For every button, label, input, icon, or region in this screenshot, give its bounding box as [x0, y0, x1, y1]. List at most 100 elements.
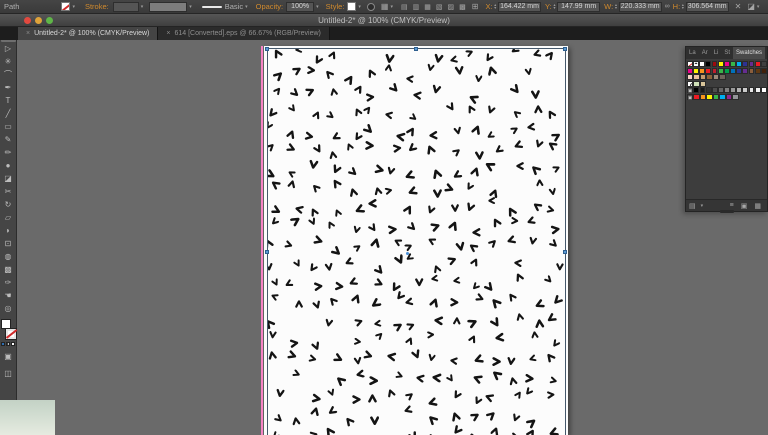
swatch-color[interactable]	[732, 93, 739, 100]
panel-resize-handle[interactable]	[719, 210, 734, 213]
zoom-tool[interactable]: ◎	[1, 302, 16, 315]
swatch-color[interactable]	[706, 93, 713, 100]
swatch-color[interactable]	[699, 87, 706, 94]
rotate-tool[interactable]: ↻	[1, 198, 16, 211]
width-profile-caret-icon[interactable]: ▾	[189, 4, 192, 10]
eraser-tool[interactable]: ◪	[1, 172, 16, 185]
selection-handle-mid-left[interactable]	[265, 250, 269, 254]
tab-untitled-2[interactable]: × Untitled-2* @ 100% (CMYK/Preview)	[18, 27, 159, 40]
swatch-color[interactable]	[699, 67, 706, 74]
x-field[interactable]: 164.422 mm	[498, 1, 542, 12]
brush-caret-icon[interactable]: ▾	[245, 4, 248, 10]
reference-point-icon[interactable]: ⊞	[472, 2, 479, 11]
swatch-color[interactable]	[742, 67, 749, 74]
swatch-color[interactable]	[705, 67, 712, 74]
screen-mode-button[interactable]: ◫	[1, 367, 16, 380]
y-stepper[interactable]: ▲ ▼	[553, 3, 556, 10]
swatch-libraries-icon[interactable]: ▤	[689, 202, 696, 210]
h-field[interactable]: 306.564 mm	[685, 1, 729, 12]
swatch-color[interactable]	[730, 67, 736, 74]
drawing-mode-button[interactable]: ▣	[1, 350, 16, 363]
eyedropper-tool[interactable]: ✑	[1, 276, 16, 289]
width-profile-field[interactable]	[149, 1, 188, 12]
pen-tool[interactable]: ✒	[1, 81, 16, 94]
swatch-color[interactable]	[687, 74, 694, 81]
swatch-pattern-green[interactable]	[693, 80, 700, 87]
opacity-caret-icon[interactable]: ▾	[316, 4, 319, 10]
magic-wand-tool[interactable]: ✳	[1, 55, 16, 68]
pencil-tool[interactable]: ✏	[1, 146, 16, 159]
selected-pattern-object[interactable]	[267, 48, 566, 435]
swatch-color[interactable]	[712, 93, 720, 100]
w-stepper[interactable]: ▲ ▼	[614, 3, 617, 10]
blob-brush-tool[interactable]: ●	[1, 159, 16, 172]
swatch-registration[interactable]: ⌖	[693, 61, 700, 67]
hand-tool[interactable]: ☚	[1, 289, 16, 302]
swatch-color[interactable]	[693, 67, 700, 74]
zoom-window-icon[interactable]	[46, 17, 53, 24]
swatch-color[interactable]	[706, 74, 713, 81]
swatch-color[interactable]	[736, 61, 743, 67]
swatch-color[interactable]	[736, 67, 743, 74]
tab-close-icon[interactable]: ×	[166, 30, 170, 37]
swatch-color[interactable]	[693, 87, 700, 94]
swatch-color[interactable]	[719, 74, 726, 81]
brush-label[interactable]: Basic	[225, 2, 243, 11]
panel-tab-swatches[interactable]: Swatches	[733, 47, 766, 59]
swatch-color[interactable]	[742, 87, 749, 94]
constrain-proportions-icon[interactable]: ∞	[665, 3, 670, 10]
y-field[interactable]: 147.99 mm	[557, 1, 601, 12]
swatch-color[interactable]	[725, 93, 733, 100]
swatch-color[interactable]	[724, 87, 730, 94]
align-horizontal-center-icon[interactable]: ▥	[413, 3, 420, 11]
swatch-color[interactable]	[748, 87, 755, 94]
stroke-proxy[interactable]	[4, 328, 17, 340]
color-button[interactable]	[1, 342, 5, 346]
rectangle-tool[interactable]: ▭	[1, 120, 16, 133]
new-swatch-icon[interactable]: ▦	[754, 202, 761, 210]
tab-614-converted[interactable]: × 614 [Converted].eps @ 66.67% (RGB/Prev…	[158, 27, 330, 40]
width-tool[interactable]: ◗	[1, 224, 16, 237]
swatch-color[interactable]	[719, 93, 726, 100]
swatch-color[interactable]	[748, 67, 755, 74]
swatch-color[interactable]	[711, 87, 718, 94]
stroke-weight-field[interactable]	[112, 1, 139, 12]
swatch-color[interactable]	[754, 87, 761, 94]
transform-icon[interactable]: ✕	[735, 2, 742, 11]
selection-handle-top-center[interactable]	[414, 47, 418, 51]
swatch-pattern-tan[interactable]	[699, 80, 707, 87]
swatch-color[interactable]	[699, 61, 706, 67]
swatch-pattern-dot[interactable]	[687, 80, 695, 88]
swatch-color[interactable]	[760, 67, 767, 74]
fill-stroke-indicator[interactable]	[0, 319, 17, 340]
swatch-color[interactable]	[699, 93, 707, 100]
swatch-color[interactable]	[717, 61, 724, 67]
style-swatch[interactable]	[347, 2, 357, 11]
scissors-tool[interactable]: ✂	[1, 185, 16, 198]
swatch-color[interactable]	[748, 61, 755, 67]
isolate-icon[interactable]: ◪	[747, 2, 755, 11]
swatch-color[interactable]	[754, 61, 761, 67]
more-options-caret-icon[interactable]: ▾	[757, 4, 760, 10]
h-stepper[interactable]: ▲ ▼	[681, 3, 684, 10]
align-horizontal-left-icon[interactable]: ▤	[401, 3, 408, 11]
align-vertical-top-icon[interactable]: ▧	[436, 3, 443, 11]
swatch-color[interactable]	[711, 67, 718, 74]
w-field[interactable]: 220.333 mm	[618, 1, 662, 12]
panel-tab-la[interactable]: La	[686, 47, 699, 59]
free-transform-tool[interactable]: ⊡	[1, 237, 16, 250]
align-vertical-bottom-icon[interactable]: ▩	[459, 3, 466, 11]
selection-handle-top-right[interactable]	[563, 47, 567, 51]
fill-proxy[interactable]	[0, 319, 11, 329]
swatch-color[interactable]	[730, 61, 736, 67]
swatch-color[interactable]	[712, 74, 720, 81]
close-window-icon[interactable]	[24, 17, 31, 24]
swatch-color[interactable]	[693, 74, 700, 81]
type-tool[interactable]: T	[1, 94, 16, 107]
swatch-color[interactable]	[742, 61, 749, 67]
align-vertical-center-icon[interactable]: ▨	[448, 3, 455, 11]
swatch-kinds-icon[interactable]: ≡	[730, 202, 734, 210]
none-button[interactable]	[11, 342, 15, 346]
tab-close-icon[interactable]: ×	[26, 30, 30, 37]
swatch-color[interactable]	[760, 87, 767, 94]
